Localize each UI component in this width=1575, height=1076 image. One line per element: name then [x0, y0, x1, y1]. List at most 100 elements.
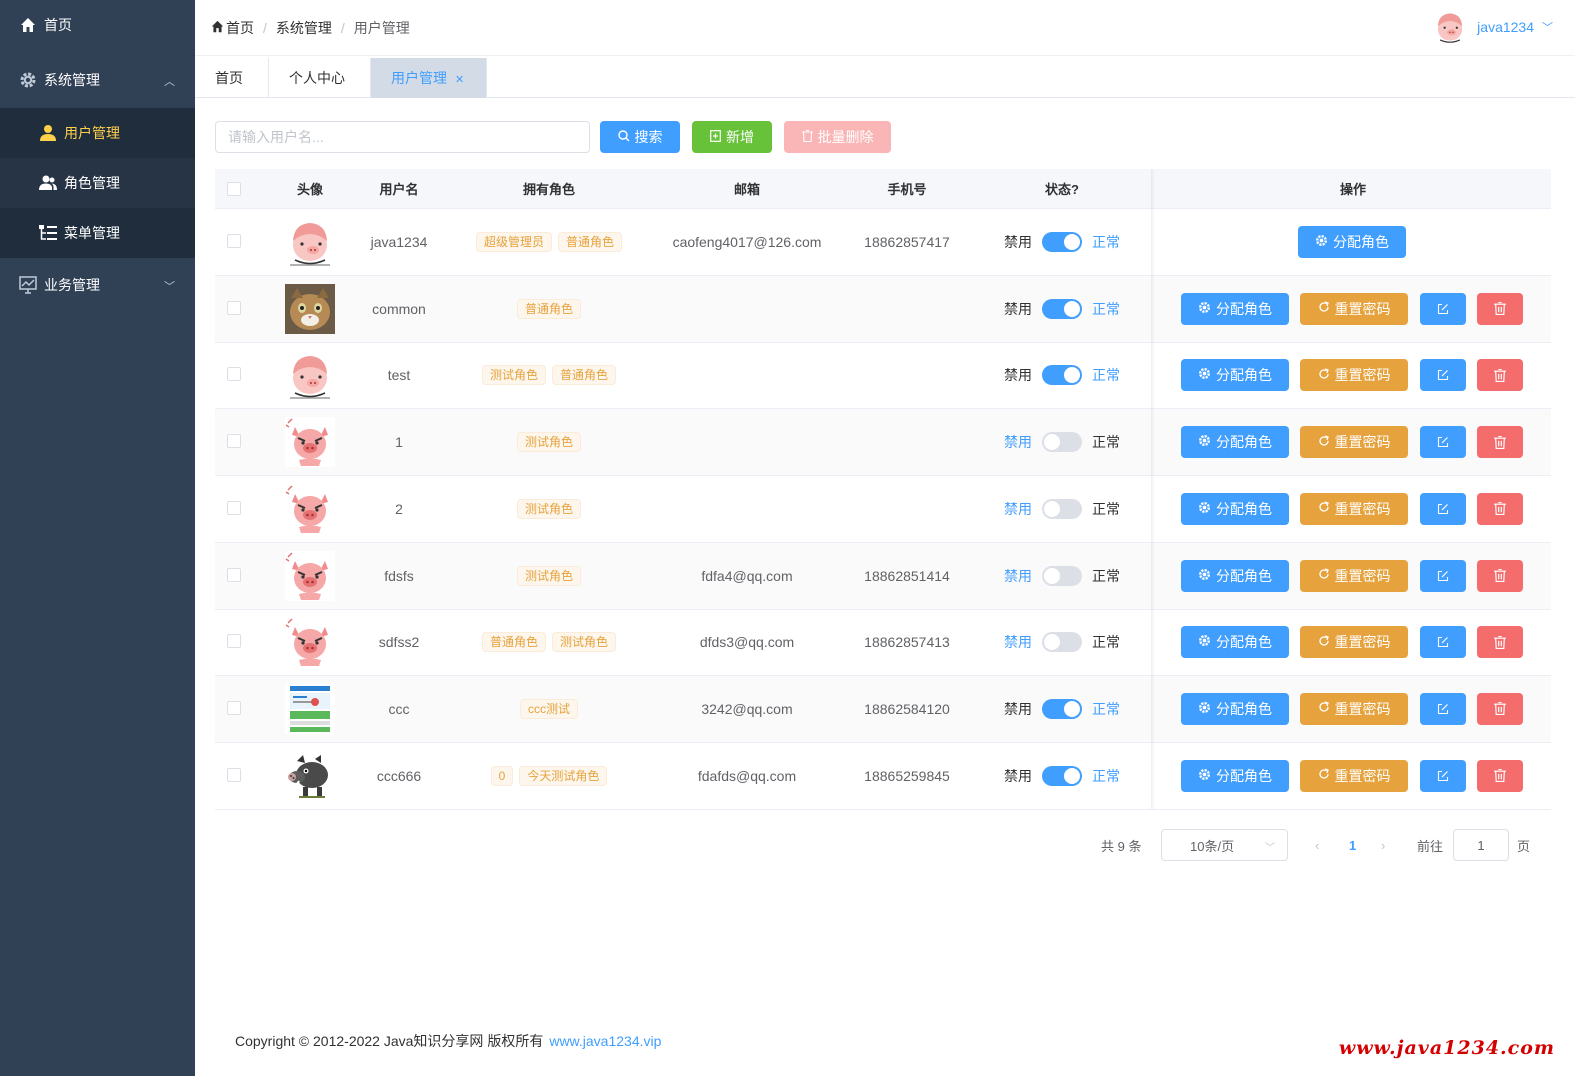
reset-password-button[interactable]: 重置密码 [1300, 626, 1408, 659]
row-checkbox[interactable] [227, 500, 241, 515]
page-number-1[interactable]: 1 [1349, 829, 1356, 861]
row-checkbox[interactable] [227, 300, 241, 315]
sidebar-item-roles[interactable]: 角色管理 [0, 158, 195, 208]
search-button[interactable]: 搜索 [600, 121, 680, 153]
delete-button[interactable] [1477, 292, 1523, 325]
column-header-roles: 拥有角色 [522, 182, 575, 197]
edit-button[interactable] [1420, 559, 1466, 592]
tab-profile[interactable]: 个人中心 [269, 58, 371, 98]
trash-icon [1494, 569, 1506, 582]
status-toggle[interactable] [1042, 765, 1082, 786]
site-link[interactable]: www.java1234.vip [549, 1033, 661, 1049]
assign-role-button[interactable]: 分配角色 [1181, 759, 1289, 792]
goto-page-input[interactable] [1453, 829, 1509, 861]
role-tag: 普通角色 [516, 298, 581, 319]
role-tag: 测试角色 [516, 565, 581, 586]
sidebar-item-business[interactable]: 业务管理 ﹀ [0, 260, 195, 310]
delete-button[interactable] [1477, 426, 1523, 459]
roles-cell: ccc测试 [451, 676, 647, 742]
edit-button[interactable] [1420, 426, 1466, 459]
reset-password-button[interactable]: 重置密码 [1300, 359, 1408, 392]
breadcrumb-item-system[interactable]: 系统管理 [276, 18, 332, 38]
breadcrumb-separator: / [263, 20, 267, 36]
delete-button[interactable] [1477, 492, 1523, 525]
assign-role-button[interactable]: 分配角色 [1181, 292, 1289, 325]
close-icon[interactable]: ✕ [455, 74, 464, 86]
sidebar-item-menus[interactable]: 菜单管理 [0, 208, 195, 258]
status-toggle[interactable] [1042, 298, 1082, 319]
button-label: 分配角色 [1216, 367, 1272, 384]
edit-button[interactable] [1420, 692, 1466, 725]
avatar [285, 617, 335, 668]
reset-password-button[interactable]: 重置密码 [1300, 759, 1408, 792]
select-all-checkbox[interactable] [227, 181, 241, 196]
assign-role-button[interactable]: 分配角色 [1181, 559, 1289, 592]
breadcrumb-item-home[interactable]: 首页 [226, 18, 254, 38]
edit-button[interactable] [1420, 759, 1466, 792]
button-label: 分配角色 [1216, 767, 1272, 784]
row-checkbox[interactable] [227, 234, 241, 248]
reset-password-button[interactable]: 重置密码 [1300, 492, 1408, 525]
edit-button[interactable] [1420, 626, 1466, 659]
tab-users[interactable]: 用户管理 ✕ [371, 58, 487, 98]
status-switch-group: 禁用 正常 [1004, 632, 1120, 653]
row-checkbox[interactable] [227, 634, 241, 649]
fixed-column-shadow [1151, 169, 1155, 809]
username-cell: ccc666 [376, 767, 422, 784]
delete-button[interactable] [1477, 559, 1523, 592]
page-size-select[interactable]: 10条/页 ﹀ [1161, 829, 1288, 861]
assign-role-button[interactable]: 分配角色 [1181, 692, 1289, 725]
status-toggle[interactable] [1042, 565, 1082, 586]
reset-password-button[interactable]: 重置密码 [1300, 559, 1408, 592]
prev-page-icon[interactable]: ‹ [1315, 829, 1319, 861]
edit-button[interactable] [1420, 292, 1466, 325]
delete-button[interactable] [1477, 626, 1523, 659]
row-checkbox[interactable] [227, 767, 241, 782]
email-cell: 3242@qq.com [701, 700, 793, 717]
search-input[interactable] [215, 121, 590, 153]
username-cell: 1 [395, 434, 403, 451]
row-checkbox[interactable] [227, 567, 241, 582]
status-on-label: 正常 [1092, 567, 1120, 584]
status-toggle[interactable] [1042, 498, 1082, 519]
sidebar-item-system[interactable]: 系统管理 ︿ [0, 55, 195, 105]
reset-password-button[interactable]: 重置密码 [1300, 692, 1408, 725]
reset-password-button[interactable]: 重置密码 [1300, 292, 1408, 325]
header: 首页 / 系统管理 / 用户管理 java1234 ﹀ [195, 0, 1575, 56]
user-dropdown[interactable]: java1234 ﹀ [1431, 8, 1553, 46]
delete-button[interactable] [1477, 759, 1523, 792]
assign-role-button[interactable]: 分配角色 [1181, 626, 1289, 659]
batch-delete-button[interactable]: 批量删除 [784, 121, 891, 153]
assign-role-button[interactable]: 分配角色 [1298, 226, 1406, 258]
assign-role-button[interactable]: 分配角色 [1181, 492, 1289, 525]
reset-password-button[interactable]: 重置密码 [1300, 426, 1408, 459]
pagination-total: 共 9 条 [1101, 838, 1142, 854]
refresh-icon [1318, 368, 1330, 383]
status-switch-group: 禁用 正常 [1004, 365, 1120, 386]
refresh-icon [1318, 701, 1330, 716]
status-toggle[interactable] [1042, 698, 1082, 719]
tab-home[interactable]: 首页 [195, 58, 269, 98]
next-page-icon[interactable]: › [1381, 829, 1385, 861]
row-checkbox[interactable] [227, 367, 241, 382]
avatar [285, 483, 335, 534]
row-checkbox[interactable] [227, 434, 241, 449]
edit-button[interactable] [1420, 359, 1466, 392]
assign-role-button[interactable]: 分配角色 [1181, 359, 1289, 392]
gear-icon [1198, 701, 1211, 717]
status-toggle[interactable] [1042, 432, 1082, 453]
assign-role-button[interactable]: 分配角色 [1181, 426, 1289, 459]
status-switch-group: 禁用 正常 [1004, 432, 1120, 453]
row-checkbox[interactable] [227, 700, 241, 715]
sidebar-item-users[interactable]: 用户管理 [0, 108, 195, 158]
toggle-knob [1064, 300, 1080, 317]
add-button[interactable]: 新增 [692, 121, 772, 153]
status-toggle[interactable] [1042, 632, 1082, 653]
delete-button[interactable] [1477, 359, 1523, 392]
status-toggle[interactable] [1042, 365, 1082, 386]
status-toggle[interactable] [1042, 232, 1082, 252]
edit-button[interactable] [1420, 492, 1466, 525]
sidebar-item-home[interactable]: 首页 [0, 0, 195, 50]
delete-button[interactable] [1477, 692, 1523, 725]
button-label: 分配角色 [1216, 300, 1272, 317]
